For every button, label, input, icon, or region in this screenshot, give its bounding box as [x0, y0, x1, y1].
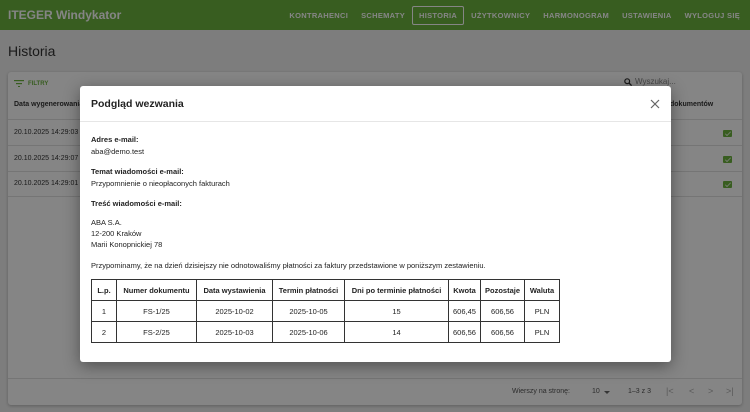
email-value: aba@demo.test: [91, 147, 145, 156]
email-label: Adres e-mail:: [91, 135, 139, 144]
invoice-table-header-row: L.p. Numer dokumentu Data wystawienia Te…: [91, 279, 561, 301]
cell-document-number: FS-2/25: [116, 321, 197, 343]
cell-remaining: 606,56: [479, 300, 526, 322]
cell-due-date: 2025-10-05: [272, 300, 345, 322]
address-line: Marii Konopnickiej 78: [91, 240, 163, 249]
cell-currency: PLN: [524, 300, 561, 322]
cell-due-date: 2025-10-06: [272, 321, 345, 343]
header-lp: L.p.: [91, 279, 117, 301]
cell-remaining: 606,56: [479, 321, 526, 343]
subject-label: Temat wiadomości e-mail:: [91, 167, 184, 176]
cell-amount: 606,45: [448, 300, 481, 322]
header-days-overdue: Dni po terminie płatności: [344, 279, 449, 301]
cell-amount: 606,56: [448, 321, 481, 343]
cell-lp: 1: [91, 300, 117, 322]
preview-dialog: Podgląd wezwania Adres e-mail: aba@demo.…: [80, 86, 671, 362]
header-currency: Waluta: [524, 279, 561, 301]
address-line: 12-200 Kraków: [91, 229, 142, 238]
header-remaining: Pozostaje: [479, 279, 526, 301]
table-row: 1 FS-1/25 2025-10-02 2025-10-05 15 606,4…: [91, 300, 561, 322]
body-label: Treść wiadomości e-mail:: [91, 199, 182, 208]
header-document-number: Numer dokumentu: [116, 279, 197, 301]
cell-document-number: FS-1/25: [116, 300, 197, 322]
cell-issue-date: 2025-10-03: [196, 321, 273, 343]
cell-days-overdue: 15: [344, 300, 449, 322]
header-due-date: Termin płatności: [272, 279, 345, 301]
address-line: ABA S.A.: [91, 218, 122, 227]
table-row: 2 FS-2/25 2025-10-03 2025-10-06 14 606,5…: [91, 321, 561, 343]
dialog-title: Podgląd wezwania: [91, 98, 184, 110]
cell-days-overdue: 14: [344, 321, 449, 343]
message-paragraph: Przypominamy, że na dzień dzisiejszy nie…: [91, 261, 486, 270]
close-icon[interactable]: [650, 99, 660, 109]
cell-lp: 2: [91, 321, 117, 343]
subject-value: Przypomnienie o nieopłaconych fakturach: [91, 179, 230, 188]
dialog-divider: [80, 121, 671, 122]
invoice-table: L.p. Numer dokumentu Data wystawienia Te…: [91, 279, 561, 343]
header-issue-date: Data wystawienia: [196, 279, 273, 301]
header-amount: Kwota: [448, 279, 481, 301]
cell-currency: PLN: [524, 321, 561, 343]
cell-issue-date: 2025-10-02: [196, 300, 273, 322]
